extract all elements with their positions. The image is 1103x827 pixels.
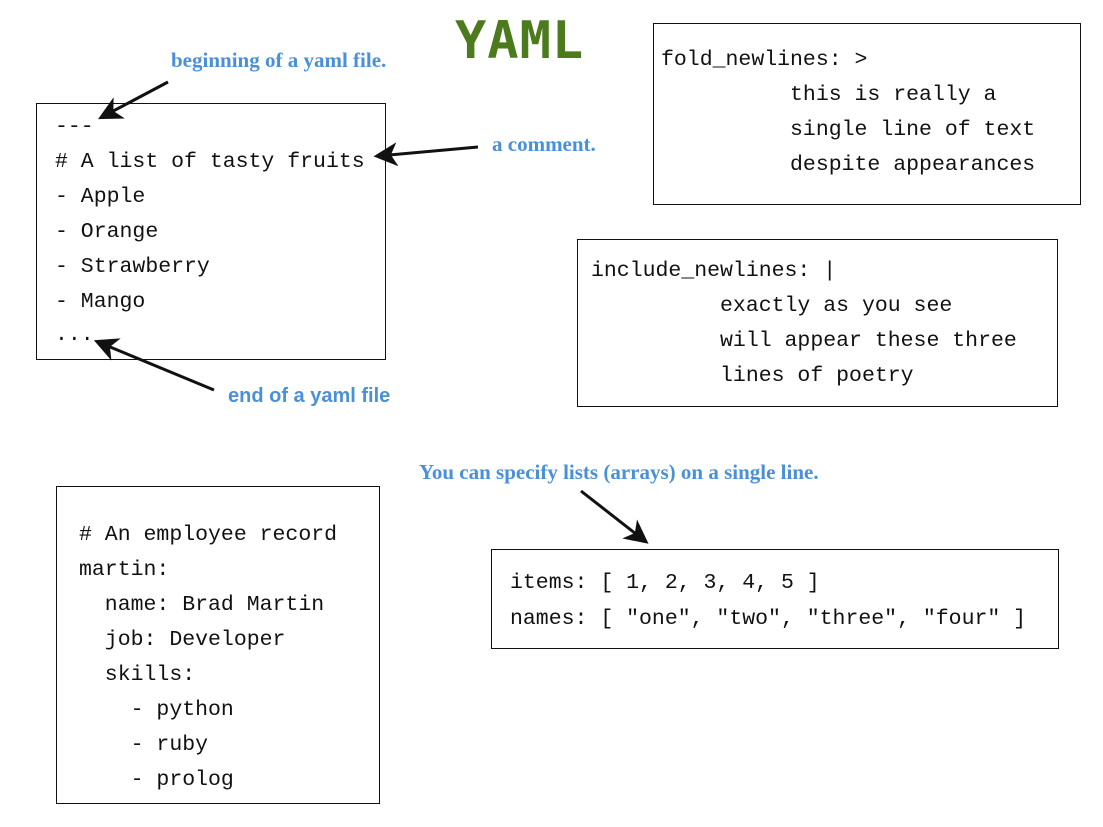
code-line: # An employee record	[79, 523, 338, 547]
employee-record-box: # An employee record martin: name: Brad …	[56, 486, 380, 804]
annotation-comment: a comment.	[492, 132, 596, 156]
arrow-to-comment	[373, 142, 479, 167]
code-line: - python	[79, 698, 234, 722]
code-line: - Mango	[55, 290, 146, 314]
fold-newlines-box: fold_newlines: > this is really a single…	[653, 23, 1081, 205]
code-line: ...	[55, 323, 94, 347]
code-line: job: Developer	[79, 628, 286, 652]
code-line: single line of text	[661, 118, 1036, 142]
code-line: - Orange	[55, 220, 159, 244]
annotation-end: end of a yaml file	[228, 385, 391, 407]
code-line: names: [ "one", "two", "three", "four" ]	[510, 607, 1027, 631]
code-line: fold_newlines: >	[661, 48, 868, 72]
code-line: items: [ 1, 2, 3, 4, 5 ]	[510, 571, 820, 595]
diagram-title: YAML	[455, 11, 585, 71]
code-line: this is really a	[661, 83, 997, 107]
include-newlines-box: include_newlines: | exactly as you see w…	[577, 239, 1058, 407]
fruits-list-box: --- # A list of tasty fruits - Apple - O…	[36, 103, 386, 360]
code-line: martin:	[79, 558, 170, 582]
arrow-to-inline-lists	[580, 489, 649, 544]
code-line: include_newlines: |	[591, 259, 837, 283]
inline-lists-box: items: [ 1, 2, 3, 4, 5 ] names: [ "one",…	[491, 549, 1059, 649]
code-line: will appear these three	[591, 329, 1017, 353]
code-line: - ruby	[79, 733, 209, 757]
code-line: - prolog	[79, 768, 234, 792]
annotation-lists: You can specify lists (arrays) on a sing…	[419, 460, 819, 484]
code-line: skills:	[79, 663, 196, 687]
code-line: lines of poetry	[591, 364, 914, 388]
code-line: # A list of tasty fruits	[55, 150, 365, 174]
code-line: ---	[55, 115, 94, 139]
annotation-beginning: beginning of a yaml file.	[171, 48, 387, 72]
code-line: name: Brad Martin	[79, 593, 325, 617]
code-line: exactly as you see	[591, 294, 953, 318]
code-line: despite appearances	[661, 153, 1036, 177]
code-line: - Apple	[55, 185, 146, 209]
code-line: - Strawberry	[55, 255, 210, 279]
